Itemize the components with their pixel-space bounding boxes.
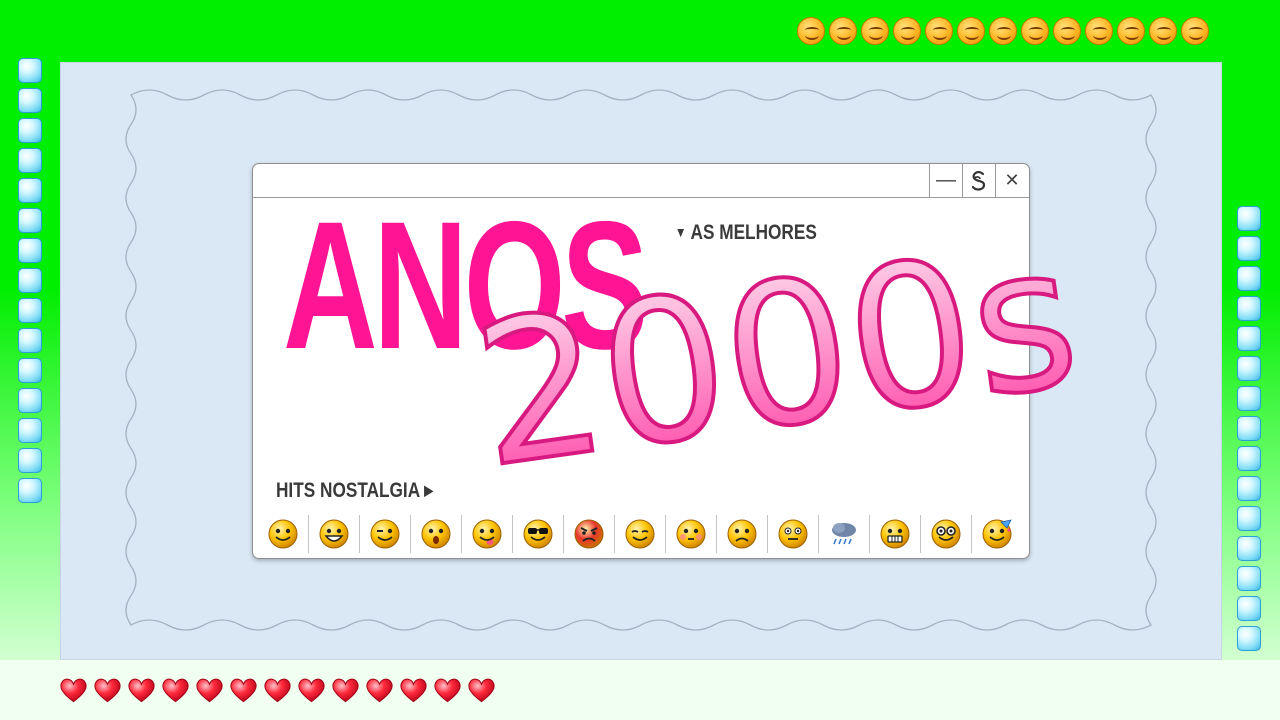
- triangle-right-icon: ▶: [424, 482, 434, 498]
- tagline-bottom-text: HITS NOSTALGIA: [276, 479, 420, 502]
- glass-tile-icon: [1237, 626, 1261, 651]
- glass-tile-icon: [18, 58, 42, 83]
- glass-tile-icon: [18, 298, 42, 323]
- heart-icon: [230, 678, 257, 703]
- close-icon: ✕: [1004, 170, 1020, 190]
- smiley-icon: [893, 17, 921, 45]
- smiley-icon: [861, 17, 889, 45]
- headline-2000s-text: 2000s: [463, 202, 1090, 511]
- glass-tile-icon: [1237, 446, 1261, 471]
- glass-tile-icon: [1237, 296, 1261, 321]
- heart-icon: [128, 678, 155, 703]
- glass-tile-icon: [18, 178, 42, 203]
- glass-tile-icon: [1237, 386, 1261, 411]
- heart-icon: [468, 678, 495, 703]
- smiley-icon: [989, 17, 1017, 45]
- glass-tile-icon: [18, 418, 42, 443]
- glass-tile-icon: [18, 238, 42, 263]
- heart-icon: [162, 678, 189, 703]
- minimize-icon: —: [936, 169, 956, 191]
- minimize-button[interactable]: —: [929, 164, 962, 197]
- glass-tile-icon: [1237, 536, 1261, 561]
- smiley-icon: [1053, 17, 1081, 45]
- glass-tile-icon: [18, 328, 42, 353]
- heart-icon: [60, 678, 87, 703]
- smiley-icon: [1181, 17, 1209, 45]
- smile-icon: [268, 519, 297, 549]
- smiley-icon: [1085, 17, 1113, 45]
- heart-icon: [400, 678, 427, 703]
- smiley-icon: [1149, 17, 1177, 45]
- glass-tile-icon: [18, 388, 42, 413]
- glass-tile-icon: [18, 88, 42, 113]
- heart-icon: [264, 678, 291, 703]
- glass-tile-icon: [18, 148, 42, 173]
- emoticon-smile[interactable]: [257, 515, 308, 553]
- heart-icon: [94, 678, 121, 703]
- smiley-icon: [797, 17, 825, 45]
- emoticon-wink[interactable]: [359, 515, 410, 553]
- glass-tile-icon: [18, 358, 42, 383]
- spiral-button[interactable]: [962, 164, 995, 197]
- glass-tile-icon: [1237, 206, 1261, 231]
- heart-icon: [434, 678, 461, 703]
- tagline-bottom: HITS NOSTALGIA ▶: [276, 479, 433, 503]
- emoticon-surprised[interactable]: [410, 515, 461, 553]
- glass-tile-icon: [1237, 506, 1261, 531]
- right-tile-column: [1237, 206, 1261, 651]
- glass-tile-icon: [18, 118, 42, 143]
- smiley-icon: [829, 17, 857, 45]
- left-tile-column: [18, 58, 42, 503]
- smiley-icon: [1021, 17, 1049, 45]
- glass-tile-icon: [1237, 356, 1261, 381]
- smiley-icon: [925, 17, 953, 45]
- glass-tile-icon: [1237, 566, 1261, 591]
- heart-icon: [366, 678, 393, 703]
- wink-icon: [370, 519, 400, 549]
- close-button[interactable]: ✕: [995, 164, 1028, 197]
- heart-icon: [196, 678, 223, 703]
- heart-icon: [298, 678, 325, 703]
- glass-tile-icon: [1237, 266, 1261, 291]
- heart-icon: [332, 678, 359, 703]
- glass-tile-icon: [1237, 236, 1261, 261]
- spiral-icon: [971, 170, 986, 191]
- glass-tile-icon: [18, 268, 42, 293]
- heart-row: [58, 676, 497, 704]
- glass-tile-icon: [1237, 596, 1261, 621]
- grin-icon: [319, 519, 349, 549]
- glass-tile-icon: [18, 448, 42, 473]
- top-smiley-row: [797, 17, 1209, 45]
- glass-tile-icon: [1237, 416, 1261, 441]
- glass-tile-icon: [18, 478, 42, 503]
- smiley-icon: [1117, 17, 1145, 45]
- smiley-icon: [957, 17, 985, 45]
- surprised-icon: [421, 519, 451, 549]
- glass-tile-icon: [1237, 326, 1261, 351]
- headline-2000s: 2000s: [461, 200, 1092, 513]
- emoticon-grin[interactable]: [308, 515, 359, 553]
- glass-tile-icon: [18, 208, 42, 233]
- glass-tile-icon: [1237, 476, 1261, 501]
